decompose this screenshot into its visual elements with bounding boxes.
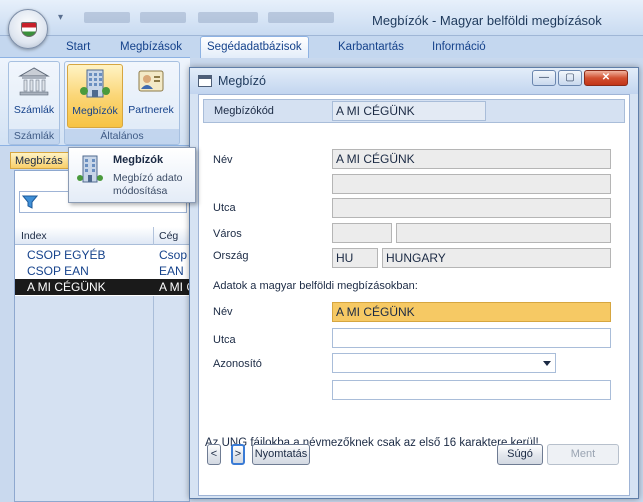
cell-ceg: EAN xyxy=(159,264,184,278)
bank-building-icon xyxy=(17,66,51,98)
cell-index: CSOP EAN xyxy=(27,264,89,278)
varos-field[interactable] xyxy=(396,223,611,243)
orszag-code-field[interactable]: HU xyxy=(332,248,378,268)
maximize-button[interactable]: ▢ xyxy=(558,70,582,86)
partnerek-button[interactable]: Partnerek xyxy=(125,64,177,128)
tab-karbantartas[interactable]: Karbantartás xyxy=(332,39,410,55)
column-header-ceg[interactable]: Cég xyxy=(159,230,178,242)
table-row-selected[interactable]: A MI CÉGÜNK A MI C xyxy=(15,279,195,295)
save-button[interactable]: Ment xyxy=(547,444,619,465)
tab-megbizasok[interactable]: Megbízások xyxy=(114,39,188,55)
extra-field[interactable] xyxy=(332,380,611,400)
iranyitoszam-field[interactable] xyxy=(332,223,392,243)
utca-field[interactable] xyxy=(332,198,611,218)
document-tab-megbizasok[interactable]: Megbízás xyxy=(10,152,72,169)
megbizokod-field[interactable]: A MI CÉGÜNK xyxy=(332,101,486,121)
tab-segedadatbazisok[interactable]: Segédadatbázisok xyxy=(200,36,309,58)
cell-index: A MI CÉGÜNK xyxy=(27,280,106,294)
megbizok-button-label: Megbízók xyxy=(72,105,118,117)
minimize-button[interactable]: — xyxy=(532,70,556,86)
mb-nev-field[interactable]: A MI CÉGÜNK xyxy=(332,302,611,322)
partnerek-button-label: Partnerek xyxy=(128,104,174,116)
funnel-filter-icon[interactable] xyxy=(21,194,39,210)
nev2-field[interactable] xyxy=(332,174,611,194)
szamlak-button-label: Számlák xyxy=(13,104,55,116)
dialog-form: Megbízókód A MI CÉGÜNK Név A MI CÉGÜNK U… xyxy=(198,94,630,496)
megbizokod-label: Megbízókód xyxy=(214,105,274,117)
nev-label: Név xyxy=(213,154,233,166)
window-icon xyxy=(198,75,212,87)
next-record-button[interactable]: > xyxy=(231,444,245,465)
ribbon-group-label: Általános xyxy=(65,129,179,144)
section-heading: Adatok a magyar belföldi megbízásokban: xyxy=(213,280,418,292)
table-row[interactable]: CSOP EAN EAN xyxy=(15,263,189,279)
quick-access-dropdown[interactable]: ▾ xyxy=(58,12,63,23)
szamlak-button[interactable]: Számlák xyxy=(11,64,57,128)
orszag-label: Ország xyxy=(213,250,249,262)
tab-start[interactable]: Start xyxy=(60,39,96,55)
azonosito-dropdown[interactable] xyxy=(332,353,556,373)
cell-index: CSOP EGYÉB xyxy=(27,248,106,262)
ribbon-group-label: Számlák xyxy=(9,129,59,144)
mb-utca-label: Utca xyxy=(213,334,236,346)
office-building-icon xyxy=(78,67,112,99)
orszag-name-field[interactable]: HUNGARY xyxy=(382,248,611,268)
azonosito-label: Azonosító xyxy=(213,358,262,370)
tab-informacio[interactable]: Információ xyxy=(426,39,492,55)
quick-access-item[interactable] xyxy=(198,12,258,23)
help-button[interactable]: Súgó xyxy=(497,444,543,465)
print-button[interactable]: Nyomtatás xyxy=(252,444,310,465)
prev-record-button[interactable]: < xyxy=(207,444,221,465)
nev-field[interactable]: A MI CÉGÜNK xyxy=(332,149,611,169)
quick-access-item[interactable] xyxy=(140,12,186,23)
tooltip-title: Megbízók xyxy=(113,154,164,166)
hungarian-flag-shield-icon xyxy=(21,22,37,37)
dialog-titlebar[interactable]: Megbízó — ▢ ✕ xyxy=(190,68,638,94)
grid-empty-area xyxy=(15,296,189,501)
application-menu-button[interactable] xyxy=(8,9,48,49)
ribbon-group-altalanos: Megbízók Partnerek Általános xyxy=(64,61,180,145)
contact-card-icon xyxy=(134,66,168,98)
quick-access-item[interactable] xyxy=(268,12,334,23)
grid-header: Index Cég xyxy=(15,227,189,245)
cell-ceg: Csop xyxy=(159,248,188,262)
quick-access-item[interactable] xyxy=(84,12,130,23)
table-row[interactable]: CSOP EGYÉB Csop xyxy=(15,247,189,263)
column-header-index[interactable]: Index xyxy=(21,230,47,242)
mb-nev-label: Név xyxy=(213,306,233,318)
megbizok-list-pane: Index Cég CSOP EGYÉB Csop CSOP EAN EAN A… xyxy=(14,170,195,502)
utca-label: Utca xyxy=(213,202,236,214)
megbizok-tooltip: Megbízók Megbízó adato módosítása xyxy=(68,147,196,203)
app-title: Megbízók - Magyar belföldi megbízások xyxy=(372,13,602,28)
ribbon-group-szamlak: Számlák Számlák xyxy=(8,61,60,145)
megbizok-button[interactable]: Megbízók xyxy=(67,64,123,128)
office-building-icon xyxy=(77,154,103,184)
mb-utca-field[interactable] xyxy=(332,328,611,348)
app-titlebar: ▾ Megbízók - Magyar belföldi megbízások xyxy=(0,0,643,36)
megbizokod-row: Megbízókód A MI CÉGÜNK xyxy=(203,99,625,123)
dialog-title: Megbízó xyxy=(218,74,266,88)
chevron-down-icon[interactable] xyxy=(543,361,551,366)
close-button[interactable]: ✕ xyxy=(584,70,628,86)
ribbon-panel: Számlák Számlák Megbízók Partnerek Által… xyxy=(0,57,190,146)
megbizo-dialog: Megbízó — ▢ ✕ Megbízókód A MI CÉGÜNK Név… xyxy=(189,67,639,499)
varos-label: Város xyxy=(213,228,242,240)
tooltip-body: Megbízó adato módosítása xyxy=(113,172,183,197)
ribbon-tab-bar: Start Megbízások Segédadatbázisok Karban… xyxy=(0,36,643,58)
